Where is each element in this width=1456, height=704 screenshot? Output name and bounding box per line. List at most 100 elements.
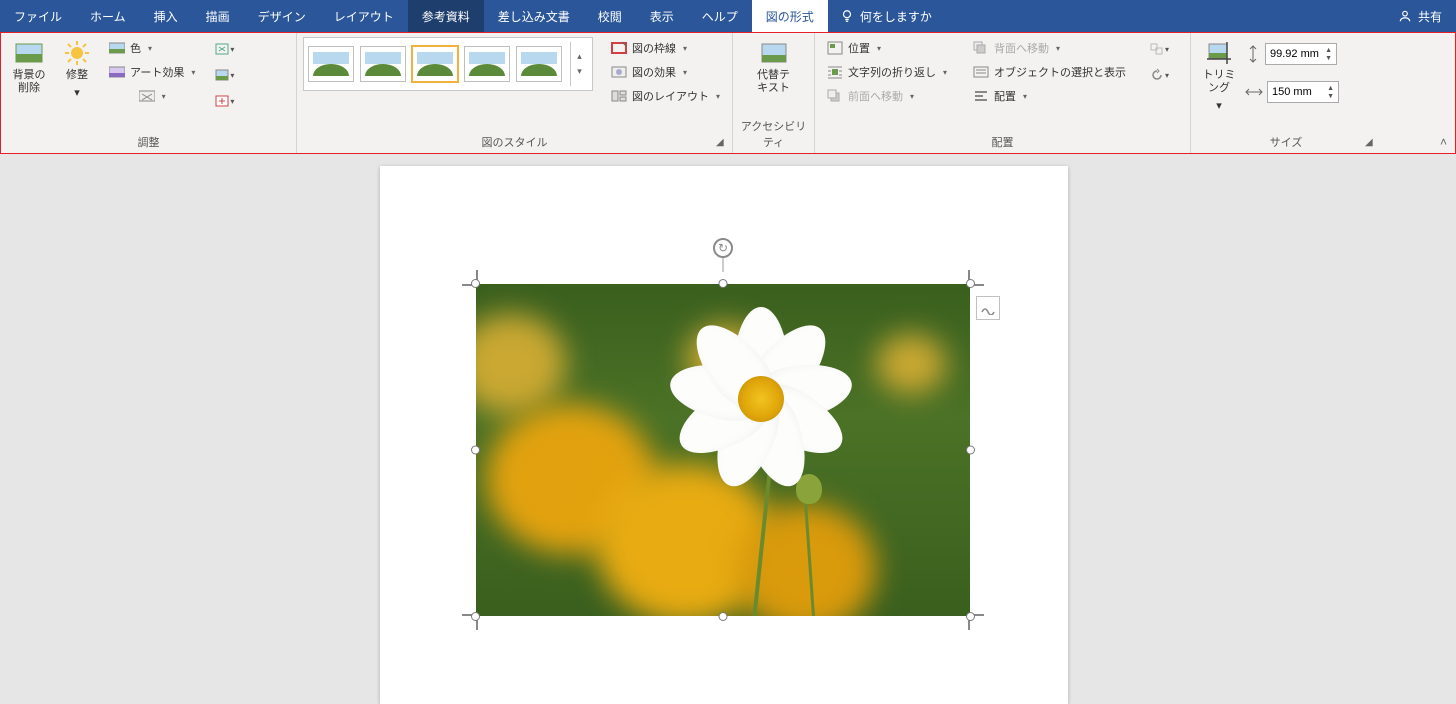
alt-text-label-2: キスト — [757, 82, 790, 94]
menu-bar: ファイル ホーム 挿入 描画 デザイン レイアウト 参考資料 差し込み文書 校閲… — [0, 0, 1456, 32]
align-label: 配置 — [994, 88, 1016, 104]
change-picture-button[interactable]: ▾ — [211, 63, 237, 87]
handle-s[interactable] — [719, 612, 728, 621]
picture-layout-label: 図のレイアウト — [632, 88, 709, 104]
tab-help[interactable]: ヘルプ — [688, 0, 752, 32]
corrections-button[interactable]: 修整 ▾ — [55, 37, 99, 103]
collapse-ribbon-button[interactable]: ˄ — [1440, 135, 1447, 149]
crop-icon — [1205, 41, 1233, 65]
position-label: 位置 — [848, 40, 870, 56]
handle-sw[interactable] — [471, 612, 480, 621]
height-spinner[interactable]: ▲▼ — [1325, 47, 1332, 62]
wrap-icon — [827, 64, 843, 80]
handle-ne[interactable] — [966, 279, 975, 288]
handle-e[interactable] — [966, 446, 975, 455]
tab-file[interactable]: ファイル — [0, 0, 76, 32]
picture-border-label: 図の枠線 — [632, 40, 676, 56]
size-dialog-launcher[interactable]: ◢ — [1365, 137, 1377, 149]
selected-image[interactable]: ↻ — [476, 284, 970, 616]
tab-layout[interactable]: レイアウト — [320, 0, 408, 32]
style-thumb-1[interactable] — [308, 46, 354, 82]
group-adjust: 背景の削除 修整 ▾ 色▾ アート効果▾ ▾ — [1, 33, 297, 153]
ribbon: 背景の削除 修整 ▾ 色▾ アート効果▾ ▾ — [0, 32, 1456, 154]
share-label: 共有 — [1418, 8, 1442, 25]
tab-picture-format[interactable]: 図の形式 — [752, 0, 828, 32]
send-back-label: 背面へ移動 — [994, 40, 1049, 56]
wrap-text-button[interactable]: 文字列の折り返し▾ — [821, 61, 953, 83]
align-button[interactable]: 配置▾ — [967, 85, 1132, 107]
chevron-down-icon: ▾ — [1216, 99, 1222, 112]
width-icon — [1245, 84, 1263, 100]
handle-se[interactable] — [966, 612, 975, 621]
tab-review[interactable]: 校閲 — [584, 0, 636, 32]
alt-text-button[interactable]: 代替テキスト — [752, 37, 796, 99]
style-thumb-4[interactable] — [464, 46, 510, 82]
rotate-button[interactable]: ▾ — [1146, 63, 1172, 87]
color-icon — [109, 40, 125, 56]
artistic-label: アート効果 — [130, 64, 184, 80]
tell-me[interactable]: 何をしますか — [828, 0, 944, 32]
tab-view[interactable]: 表示 — [636, 0, 688, 32]
tab-design[interactable]: デザイン — [244, 0, 320, 32]
crop-button[interactable]: トリミング ▾ — [1197, 37, 1241, 116]
page: ↻ — [380, 166, 1068, 704]
artistic-icon — [109, 64, 125, 80]
send-backward-button[interactable]: 背面へ移動▾ — [967, 37, 1132, 59]
picture-layout-button[interactable]: 図のレイアウト▾ — [605, 85, 726, 107]
tab-draw[interactable]: 描画 — [192, 0, 244, 32]
bring-forward-button[interactable]: 前面へ移動▾ — [821, 85, 953, 107]
group-objects-button[interactable]: ▾ — [1146, 37, 1172, 61]
style-thumb-2[interactable] — [360, 46, 406, 82]
compress-pictures-button[interactable]: ▾ — [211, 37, 237, 61]
remove-bg-label-2: 削除 — [18, 82, 40, 94]
image-content — [476, 284, 970, 616]
height-input[interactable]: 99.92 mm ▲▼ — [1265, 43, 1337, 65]
tab-references[interactable]: 参考資料 — [408, 0, 484, 32]
group-access-label: アクセシビリティ — [739, 116, 808, 153]
reset-picture-button[interactable]: ▾ — [211, 89, 237, 113]
send-back-icon — [973, 40, 989, 56]
remove-background-button[interactable]: 背景の削除 — [7, 37, 51, 99]
picture-style-gallery: ▴▾ — [303, 37, 593, 91]
handle-w[interactable] — [471, 446, 480, 455]
gallery-more-button[interactable]: ▴▾ — [570, 42, 588, 86]
color-button[interactable]: 色▾ — [103, 37, 201, 59]
handle-n[interactable] — [719, 279, 728, 288]
tab-home[interactable]: ホーム — [76, 0, 140, 32]
picture-effects-label: 図の効果 — [632, 64, 676, 80]
corrections-icon — [63, 41, 91, 65]
remove-bg-icon — [15, 41, 43, 65]
bring-fwd-label: 前面へ移動 — [848, 88, 903, 104]
tab-mailings[interactable]: 差し込み文書 — [484, 0, 584, 32]
share-button[interactable]: 共有 — [1384, 0, 1456, 32]
selection-pane-label: オブジェクトの選択と表示 — [994, 64, 1126, 80]
corrections-label: 修整 — [66, 69, 88, 82]
position-button[interactable]: 位置▾ — [821, 37, 953, 59]
artistic-effects-button[interactable]: アート効果▾ — [103, 61, 201, 83]
alt-text-icon — [760, 41, 788, 65]
share-icon — [1398, 9, 1412, 23]
rotate-handle[interactable]: ↻ — [713, 238, 733, 258]
width-value: 150 mm — [1272, 86, 1312, 98]
picture-border-button[interactable]: 図の枠線▾ — [605, 37, 726, 59]
layout-options-button[interactable] — [976, 296, 1000, 320]
transparency-button[interactable]: ▾ — [103, 85, 201, 107]
effects-icon — [611, 64, 627, 80]
style-thumb-5[interactable] — [516, 46, 562, 82]
position-icon — [827, 40, 843, 56]
width-spinner[interactable]: ▲▼ — [1327, 85, 1334, 100]
tab-insert[interactable]: 挿入 — [140, 0, 192, 32]
handle-nw[interactable] — [471, 279, 480, 288]
width-input[interactable]: 150 mm ▲▼ — [1267, 81, 1339, 103]
menu-spacer — [944, 0, 1384, 32]
group-arrange-label: 配置 — [821, 132, 1184, 153]
document-area: ↻ — [0, 154, 1456, 704]
group-size: トリミング ▾ 99.92 mm▲▼ 150 mm▲▼ サイズ ◢ — [1191, 33, 1381, 153]
selection-pane-button[interactable]: オブジェクトの選択と表示 — [967, 61, 1132, 83]
picture-effects-button[interactable]: 図の効果▾ — [605, 61, 726, 83]
height-icon — [1245, 45, 1261, 63]
crop-label: トリミング — [1199, 69, 1239, 95]
height-value: 99.92 mm — [1270, 48, 1319, 60]
style-thumb-3[interactable] — [412, 46, 458, 82]
styles-dialog-launcher[interactable]: ◢ — [716, 137, 728, 149]
